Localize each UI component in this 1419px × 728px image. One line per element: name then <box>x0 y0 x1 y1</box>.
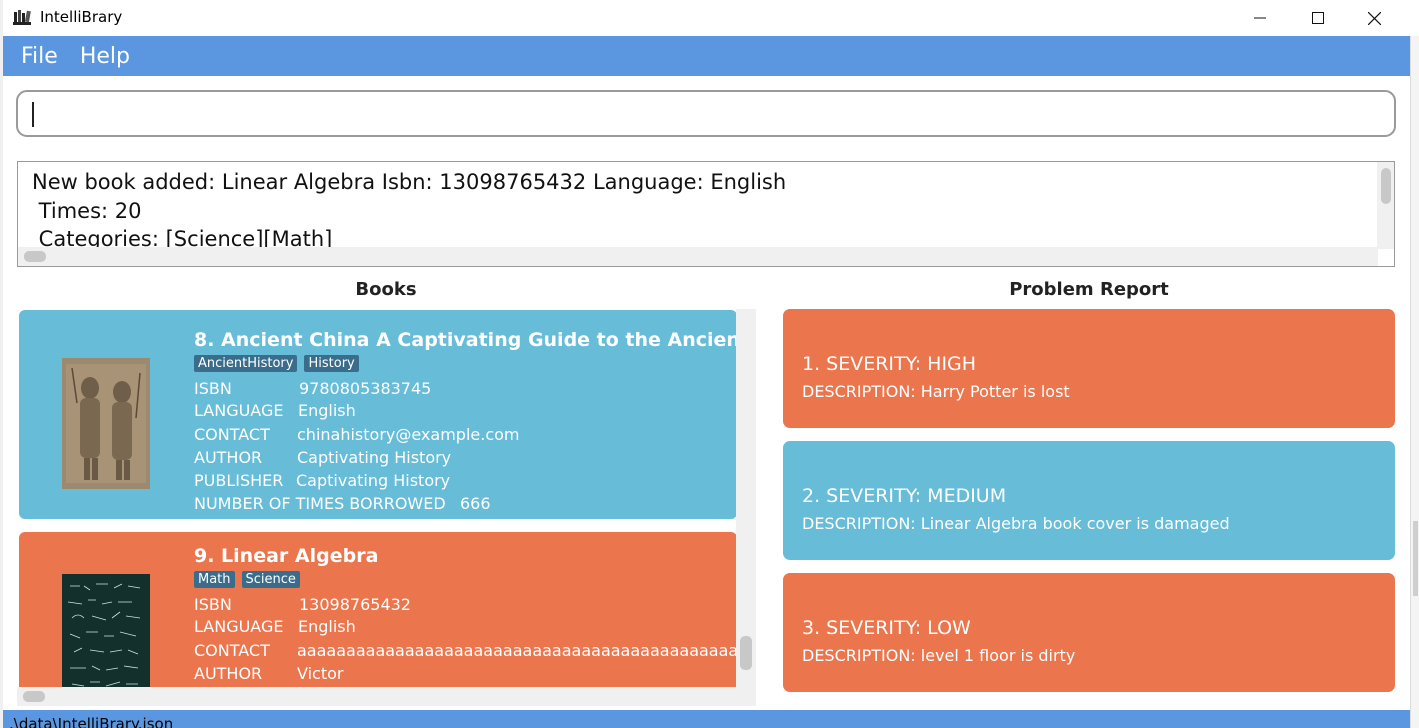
contact-label: CONTACT <box>194 641 270 660</box>
result-line: Times: 20 <box>32 198 142 223</box>
isbn-value: 9780805383745 <box>299 379 432 398</box>
result-display[interactable]: New book added: Linear Algebra Isbn: 130… <box>17 161 1395 267</box>
book-author: AUTHOR Victor <box>194 664 343 683</box>
report-description: DESCRIPTION: Harry Potter is lost <box>802 382 1070 401</box>
minimize-icon <box>1254 17 1266 19</box>
book-tags: AncientHistory History <box>194 355 359 372</box>
report-description: DESCRIPTION: level 1 floor is dirty <box>802 646 1076 665</box>
tag-label: Science <box>241 571 300 588</box>
book-isbn: ISBN 9780805383745 <box>194 379 431 398</box>
author-value: Captivating History <box>297 448 452 467</box>
maximize-button[interactable] <box>1295 0 1341 36</box>
problem-report-header: Problem Report <box>1009 279 1169 300</box>
result-horizontal-scrollbar[interactable] <box>18 247 1378 266</box>
language-value: English <box>298 401 356 420</box>
window-title: IntelliBrary <box>40 8 123 26</box>
book-language: LANGUAGE English <box>194 617 356 636</box>
book-tags: Math Science <box>194 571 300 588</box>
data-file-path: .\data\IntelliBrary.json <box>9 715 174 728</box>
problem-report-card[interactable]: 2. SEVERITY: MEDIUM DESCRIPTION: Linear … <box>783 441 1395 560</box>
status-bar: .\data\IntelliBrary.json <box>3 710 1410 728</box>
title-bar: IntelliBrary <box>3 0 1410 36</box>
text-cursor <box>32 102 34 127</box>
book-list-horizontal-scrollbar[interactable] <box>17 687 736 706</box>
publisher-value: Captivating History <box>296 471 451 490</box>
borrowed-label: NUMBER OF TIMES BORROWED <box>194 494 446 513</box>
menu-bar: File Help <box>3 36 1410 76</box>
book-contact: CONTACT aaaaaaaaaaaaaaaaaaaaaaaaaaaaaaaaa… <box>194 641 737 660</box>
result-vertical-scrollbar[interactable] <box>1377 162 1394 249</box>
book-publisher: PUBLISHER Captivating History <box>194 471 450 490</box>
author-value: Victor <box>297 664 344 683</box>
book-author: AUTHOR Captivating History <box>194 448 451 467</box>
books-icon <box>13 10 31 25</box>
isbn-label: ISBN <box>194 595 232 614</box>
menu-help[interactable]: Help <box>70 44 140 69</box>
tag-label: AncientHistory <box>194 355 298 372</box>
book-card[interactable]: 8. Ancient China A Captivating Guide to … <box>19 310 737 519</box>
result-line: New book added: Linear Algebra Isbn: 130… <box>32 170 787 194</box>
borrowed-value: 666 <box>460 494 491 513</box>
book-list-vertical-scrollbar[interactable] <box>736 309 756 706</box>
maximize-icon <box>1312 12 1324 24</box>
command-input[interactable] <box>16 90 1396 137</box>
book-language: LANGUAGE English <box>194 401 356 420</box>
author-label: AUTHOR <box>194 664 263 683</box>
tag-label: History <box>304 355 359 372</box>
result-text: New book added: Linear Algebra Isbn: 130… <box>32 168 786 254</box>
book-list[interactable]: 8. Ancient China A Captivating Guide to … <box>17 309 756 706</box>
contact-value: aaaaaaaaaaaaaaaaaaaaaaaaaaaaaaaaaaaaaaaa… <box>297 641 737 660</box>
report-severity: 3. SEVERITY: LOW <box>802 617 971 639</box>
language-label: LANGUAGE <box>194 401 284 420</box>
contact-label: CONTACT <box>194 425 270 444</box>
menu-file[interactable]: File <box>11 44 68 69</box>
window-resize-edge <box>1410 36 1419 728</box>
problem-report-card[interactable]: 3. SEVERITY: LOW DESCRIPTION: level 1 fl… <box>783 573 1395 692</box>
tag-label: Math <box>194 571 235 588</box>
book-title: 9. Linear Algebra <box>194 545 379 567</box>
book-cover-image <box>62 358 150 489</box>
report-severity: 1. SEVERITY: HIGH <box>802 353 977 375</box>
minimize-button[interactable] <box>1237 0 1283 36</box>
book-cover-image <box>62 574 150 705</box>
book-borrowed: NUMBER OF TIMES BORROWED 666 <box>194 494 491 513</box>
publisher-label: PUBLISHER <box>194 471 284 490</box>
background-strip <box>0 0 3 728</box>
book-title: 8. Ancient China A Captivating Guide to … <box>194 329 737 351</box>
book-contact: CONTACT chinahistory@example.com <box>194 425 519 444</box>
contact-value: chinahistory@example.com <box>297 425 520 444</box>
book-isbn: ISBN 13098765432 <box>194 595 411 614</box>
books-header: Books <box>355 279 417 300</box>
close-icon <box>1367 11 1381 25</box>
language-value: English <box>298 617 356 636</box>
report-description: DESCRIPTION: Linear Algebra book cover i… <box>802 514 1230 533</box>
close-button[interactable] <box>1351 0 1397 36</box>
isbn-label: ISBN <box>194 379 232 398</box>
book-card[interactable]: 9. Linear Algebra Math Science ISBN 13098… <box>19 532 737 706</box>
report-severity: 2. SEVERITY: MEDIUM <box>802 485 1007 507</box>
language-label: LANGUAGE <box>194 617 284 636</box>
problem-report-card[interactable]: 1. SEVERITY: HIGH DESCRIPTION: Harry Pot… <box>783 309 1395 428</box>
author-label: AUTHOR <box>194 448 263 467</box>
isbn-value: 13098765432 <box>299 595 411 614</box>
